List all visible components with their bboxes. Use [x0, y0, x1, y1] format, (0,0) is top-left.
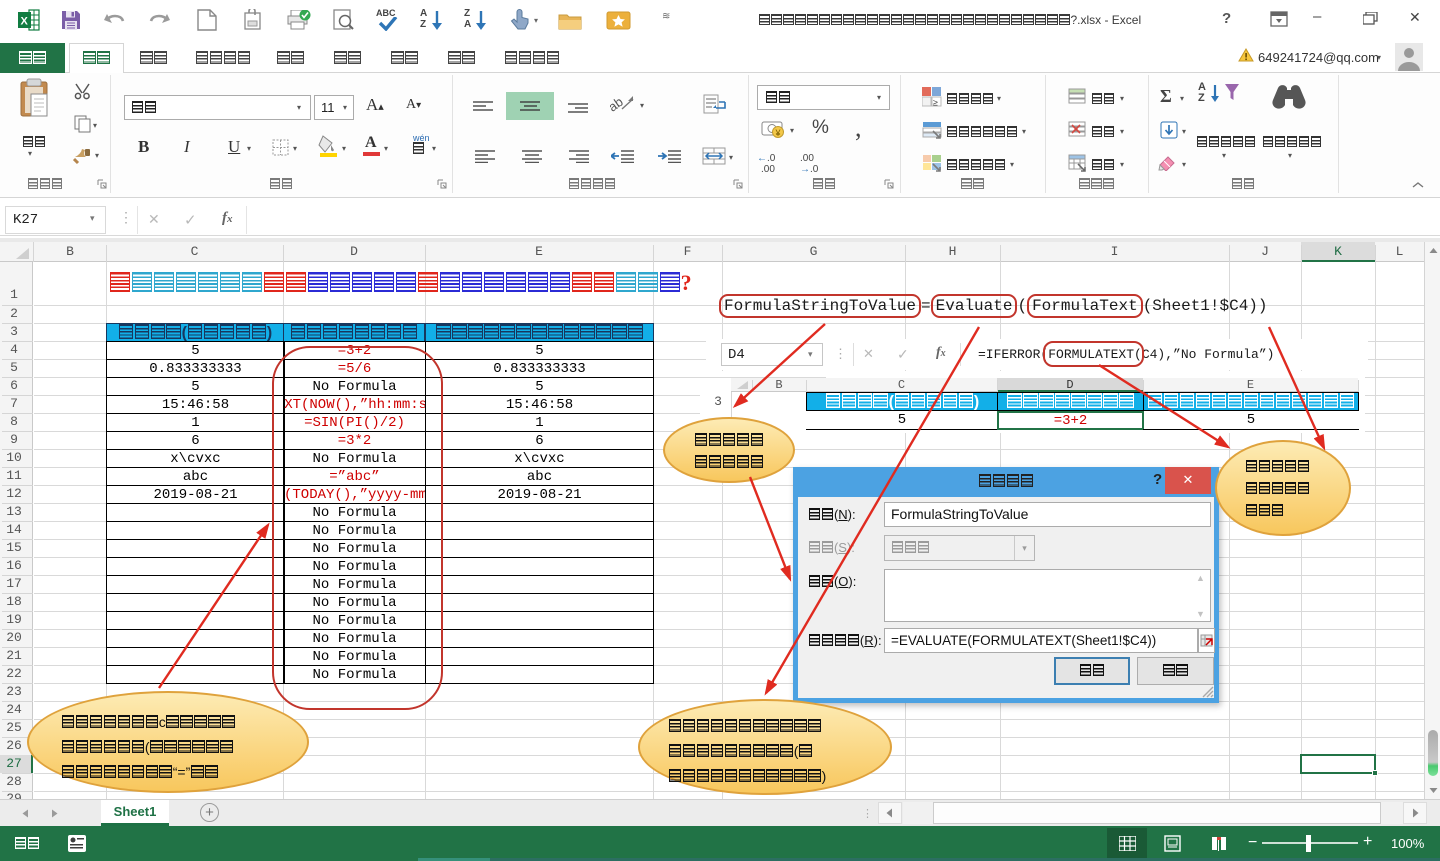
- svg-text:ab: ab: [610, 94, 626, 115]
- svg-text:¥: ¥: [775, 128, 782, 138]
- svg-text:X: X: [21, 16, 29, 28]
- svg-text:≥: ≥: [933, 98, 938, 108]
